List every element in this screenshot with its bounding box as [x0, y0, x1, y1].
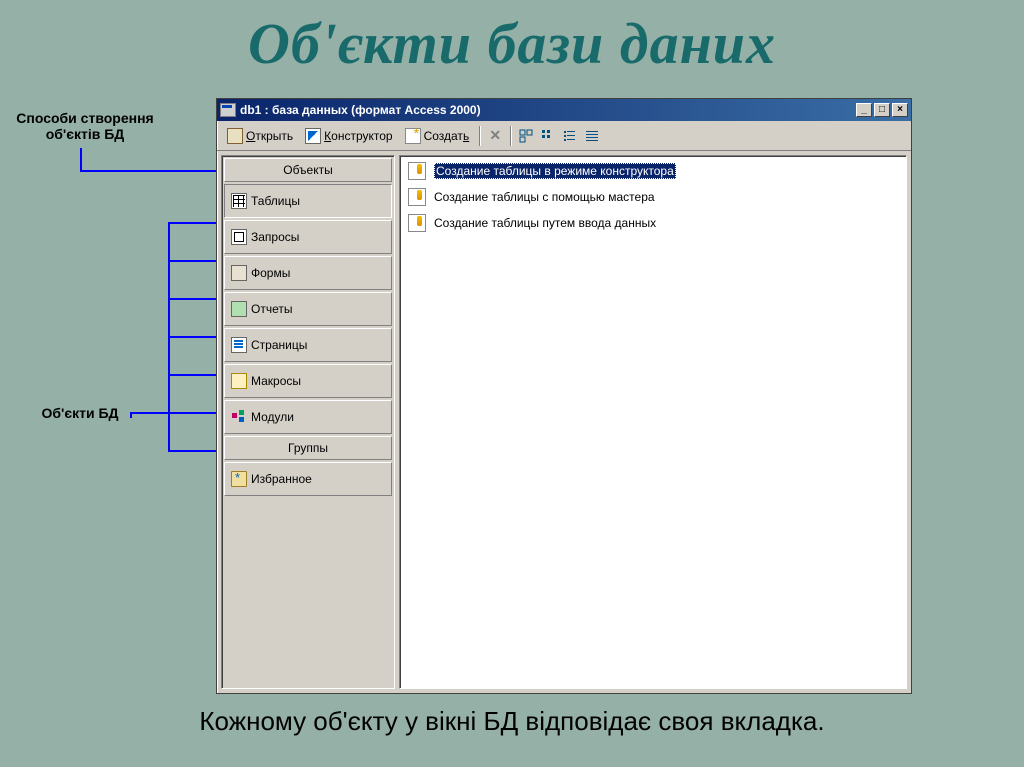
nav-label: Формы — [251, 266, 290, 280]
nav-label: Страницы — [251, 338, 307, 352]
content-item-entry[interactable]: Создание таблицы путем ввода данных — [404, 212, 902, 234]
create-label: Создать — [424, 129, 470, 143]
nav-item-tables[interactable]: Таблицы — [224, 184, 392, 218]
list-icon — [563, 129, 577, 143]
separator — [510, 126, 511, 146]
content-panel: Создание таблицы в режиме конструктора С… — [399, 155, 907, 689]
nav-label: Отчеты — [251, 302, 292, 316]
design-icon — [305, 128, 321, 144]
macros-icon — [231, 373, 247, 389]
content-label: Создание таблицы с помощью мастера — [434, 190, 655, 204]
queries-icon — [231, 229, 247, 245]
details-view-button[interactable] — [583, 127, 601, 145]
nav-label: Модули — [251, 410, 294, 424]
small-icons-icon — [541, 129, 555, 143]
shortcut-icon — [408, 188, 426, 206]
list-view-button[interactable] — [561, 127, 579, 145]
nav-label: Избранное — [251, 472, 312, 486]
content-label: Создание таблицы в режиме конструктора — [434, 163, 676, 179]
separator — [479, 126, 480, 146]
content-item-wizard[interactable]: Создание таблицы с помощью мастера — [404, 186, 902, 208]
connector-line — [80, 148, 82, 172]
nav-panel: Объекты Таблицы Запросы Формы Отчеты Стр… — [221, 155, 395, 689]
nav-item-queries[interactable]: Запросы — [224, 220, 392, 254]
design-label: Конструктор — [324, 129, 392, 143]
nav-item-macros[interactable]: Макросы — [224, 364, 392, 398]
create-button[interactable]: Создать — [401, 126, 474, 146]
content-item-designer[interactable]: Создание таблицы в режиме конструктора — [404, 160, 902, 182]
favorites-icon — [231, 471, 247, 487]
callout-db-objects: Об'єкти БД — [30, 405, 130, 421]
nav-header-objects[interactable]: Объекты — [224, 158, 392, 182]
pages-icon — [231, 337, 247, 353]
window-title: db1 : база данных (формат Access 2000) — [240, 103, 856, 117]
nav-header-groups[interactable]: Группы — [224, 436, 392, 460]
content-label: Создание таблицы путем ввода данных — [434, 216, 656, 230]
large-icons-button[interactable] — [517, 127, 535, 145]
tables-icon — [231, 193, 247, 209]
titlebar: db1 : база данных (формат Access 2000) _… — [217, 99, 911, 121]
close-button[interactable]: × — [892, 103, 908, 117]
connector-line — [130, 412, 132, 418]
nav-label: Запросы — [251, 230, 299, 244]
callout-creation-methods: Способи створення об'єктів БД — [10, 110, 160, 142]
nav-item-pages[interactable]: Страницы — [224, 328, 392, 362]
small-icons-button[interactable] — [539, 127, 557, 145]
open-label: Открыть — [246, 129, 293, 143]
delete-button[interactable]: ✕ — [486, 127, 504, 145]
design-button[interactable]: Конструктор — [301, 126, 396, 146]
new-icon — [405, 128, 421, 144]
reports-icon — [231, 301, 247, 317]
connector-line — [130, 412, 170, 414]
nav-item-forms[interactable]: Формы — [224, 256, 392, 290]
maximize-button[interactable]: □ — [874, 103, 890, 117]
nav-item-reports[interactable]: Отчеты — [224, 292, 392, 326]
nav-item-modules[interactable]: Модули — [224, 400, 392, 434]
shortcut-icon — [408, 162, 426, 180]
large-icons-icon — [519, 129, 533, 143]
open-icon — [227, 128, 243, 144]
details-icon — [585, 129, 599, 143]
nav-label: Таблицы — [251, 194, 300, 208]
toolbar: Открыть Конструктор Создать ✕ — [217, 121, 911, 151]
access-db-window: db1 : база данных (формат Access 2000) _… — [216, 98, 912, 694]
slide-footer: Кожному об'єкту у вікні БД відповідає св… — [0, 706, 1024, 737]
slide-title: Об'єкти бази даних — [0, 0, 1024, 77]
open-button[interactable]: Открыть — [223, 126, 297, 146]
window-icon — [220, 103, 236, 117]
forms-icon — [231, 265, 247, 281]
minimize-button[interactable]: _ — [856, 103, 872, 117]
modules-icon — [231, 409, 247, 425]
nav-label: Макросы — [251, 374, 301, 388]
shortcut-icon — [408, 214, 426, 232]
nav-item-favorites[interactable]: Избранное — [224, 462, 392, 496]
